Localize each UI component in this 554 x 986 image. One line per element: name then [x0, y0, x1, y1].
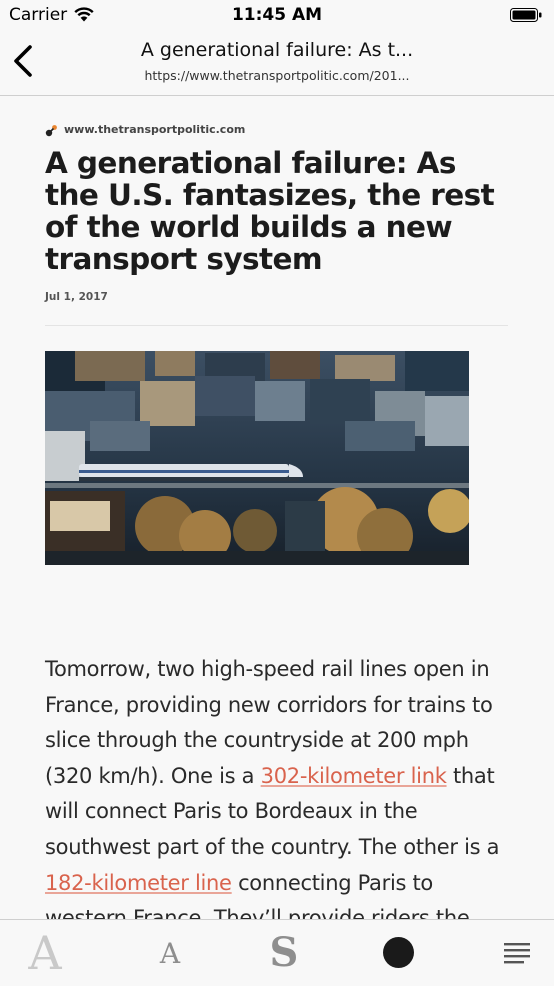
clock: 11:45 AM: [231, 5, 323, 25]
header-divider: [45, 325, 508, 326]
battery-icon: [510, 8, 542, 22]
article-headline: A generational failure: As the U.S. fant…: [45, 146, 495, 276]
source-domain: www.thetransportpolitic.com: [64, 123, 246, 136]
font-family-button[interactable]: S: [262, 928, 306, 978]
hero-image-illustration: [45, 351, 469, 565]
link-182-kilometer[interactable]: 182-kilometer line: [45, 871, 232, 895]
publish-date: Jul 1, 2017: [45, 291, 108, 303]
navigation-bar: A generational failure: As t... https://…: [0, 30, 554, 96]
back-button[interactable]: [6, 42, 42, 82]
favicon-icon: [45, 125, 57, 137]
chevron-left-icon: [14, 45, 32, 77]
reader-toolbar: A A S: [0, 919, 554, 986]
table-of-contents-button[interactable]: [502, 940, 532, 966]
increase-font-button[interactable]: A: [22, 926, 68, 980]
dark-theme-icon[interactable]: [383, 937, 414, 968]
link-302-kilometer[interactable]: 302-kilometer link: [261, 764, 447, 788]
status-bar: Carrier 11:45 AM: [0, 0, 554, 30]
article-body: Tomorrow, two high-speed rail lines open…: [45, 652, 515, 919]
page-title: A generational failure: As t...: [140, 39, 414, 61]
reader-content[interactable]: www.thetransportpolitic.com A generation…: [0, 96, 554, 919]
decrease-font-button[interactable]: A: [150, 934, 190, 974]
page-url: https://www.thetransportpolitic.com/201.…: [144, 68, 410, 83]
menu-lines-icon: [504, 943, 530, 964]
hero-image: [45, 351, 469, 565]
